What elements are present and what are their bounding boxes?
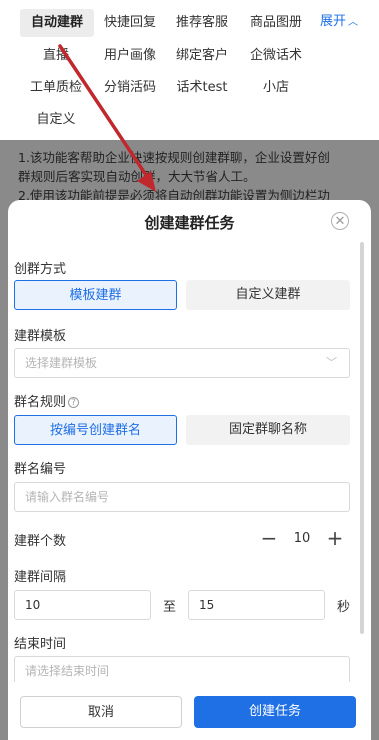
create-task-dialog: 创建建群任务 ✕ 创群方式 模板建群 自定义建群 建群模板 选择建群模板 ﹀ 群… xyxy=(8,200,371,740)
notice-line-2: 群规则后客实现自动创群，大大节省人工。 xyxy=(18,169,256,184)
count-stepper: − 10 + xyxy=(256,525,350,553)
tag-ticket-qa[interactable]: 工单质检 xyxy=(26,74,86,102)
mode-label: 创群方式 xyxy=(14,262,67,277)
template-select[interactable]: 选择建群模板 ﹀ xyxy=(14,348,350,378)
close-circle-icon[interactable]: ✕ xyxy=(331,212,349,230)
create-task-button[interactable]: 创建任务 xyxy=(194,696,356,728)
scrollbar[interactable] xyxy=(360,242,364,634)
dialog-title: 创建建群任务 xyxy=(144,214,235,232)
end-time-label: 结束时间 xyxy=(14,637,67,652)
interval-to-input[interactable]: 15 xyxy=(188,590,325,620)
tag-custom[interactable]: 自定义 xyxy=(26,106,86,134)
chevron-down-icon: ﹀ xyxy=(326,356,337,369)
rule-by-number-option[interactable]: 按编号创建群名 xyxy=(14,415,177,445)
tag-auto-group[interactable]: 自动建群 xyxy=(20,9,94,37)
mode-custom-option[interactable]: 自定义建群 xyxy=(186,280,350,310)
plus-icon[interactable]: + xyxy=(322,525,348,553)
tag-script-test[interactable]: 话术test xyxy=(170,74,234,102)
name-number-input[interactable]: 请输入群名编号 xyxy=(14,482,350,512)
template-select-placeholder: 选择建群模板 xyxy=(25,356,98,370)
cancel-button[interactable]: 取消 xyxy=(20,696,182,728)
tag-menu: 自动建群 快捷回复 推荐客服 商品图册 展开 ︿ 直播 用户画像 绑定客户 企微话… xyxy=(0,0,379,140)
expand-label: 展开 xyxy=(320,14,347,29)
expand-button[interactable]: 展开 ︿ xyxy=(320,10,358,29)
tag-product-album[interactable]: 商品图册 xyxy=(244,9,308,37)
minus-icon[interactable]: − xyxy=(256,525,282,553)
tag-shop[interactable]: 小店 xyxy=(244,74,308,102)
notice-line-1: 1.该功能客帮助企业快速按规则创建群聊，企业设置好创 xyxy=(18,150,330,165)
chevron-up-icon: ︿ xyxy=(348,17,359,28)
count-value[interactable]: 10 xyxy=(286,525,318,553)
mode-template-option[interactable]: 模板建群 xyxy=(14,280,177,310)
question-circle-icon[interactable]: ? xyxy=(68,397,80,408)
rule-fixed-name-option[interactable]: 固定群聊名称 xyxy=(186,415,350,445)
template-label: 建群模板 xyxy=(14,329,67,344)
interval-from-input[interactable]: 10 xyxy=(14,590,151,620)
tag-distribution-code[interactable]: 分销活码 xyxy=(98,74,162,102)
tag-bind-customer[interactable]: 绑定客户 xyxy=(170,42,234,70)
name-rule-label-text: 群名规则 xyxy=(14,395,67,410)
interval-separator: 至 xyxy=(163,600,177,615)
count-label: 建群个数 xyxy=(14,534,67,549)
tag-recommend-service[interactable]: 推荐客服 xyxy=(170,9,234,37)
interval-label: 建群间隔 xyxy=(14,570,67,585)
name-rule-label: 群名规则? xyxy=(14,391,80,410)
feature-notice: 1.该功能客帮助企业快速按规则创建群聊，企业设置好创 群规则后客实现自动创群，大… xyxy=(0,148,370,205)
tag-wecom-script[interactable]: 企微话术 xyxy=(244,42,308,70)
name-number-label: 群名编号 xyxy=(14,462,67,477)
tag-quick-reply[interactable]: 快捷回复 xyxy=(98,9,162,37)
interval-unit: 秒 xyxy=(337,600,351,615)
tag-live[interactable]: 直播 xyxy=(26,42,86,70)
dialog-footer: 取消 创建任务 xyxy=(8,682,371,740)
tag-user-profile[interactable]: 用户画像 xyxy=(98,42,162,70)
